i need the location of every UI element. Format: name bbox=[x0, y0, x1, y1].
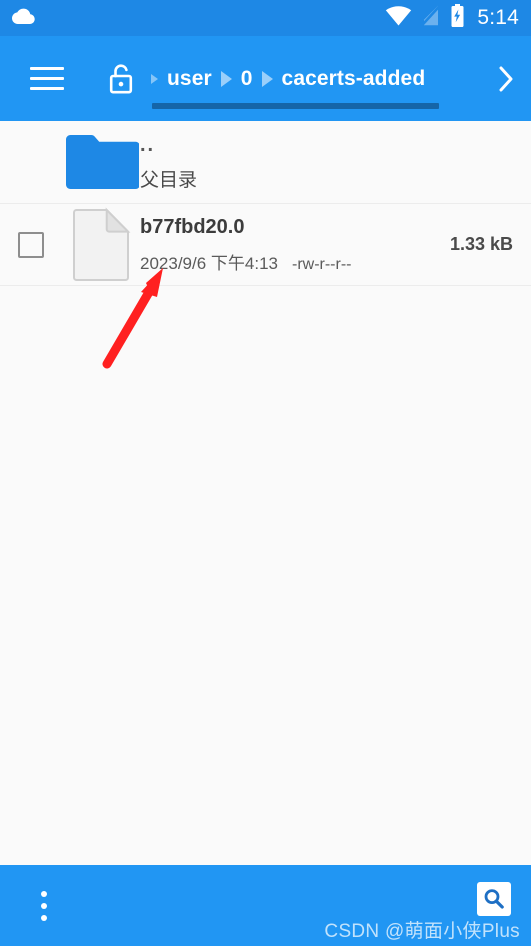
breadcrumb-item-0[interactable]: 0 bbox=[233, 67, 261, 91]
status-bar-clock: 5:14 bbox=[477, 6, 519, 29]
breadcrumb-separator-icon bbox=[220, 70, 232, 87]
signal-off-icon bbox=[421, 5, 441, 31]
unlocked-padlock-icon[interactable] bbox=[98, 54, 144, 104]
wifi-icon bbox=[385, 5, 412, 31]
file-size: 1.33 kB bbox=[449, 234, 513, 254]
breadcrumb-item-user[interactable]: user bbox=[159, 67, 220, 91]
search-icon[interactable] bbox=[477, 882, 511, 916]
status-bar-notifications bbox=[10, 7, 36, 30]
file-list: .. 父目录 b77fbd20.0 2023/9/6 下午4:13 -rw-r-… bbox=[0, 121, 531, 865]
hamburger-bar bbox=[30, 67, 64, 70]
breadcrumb-item-cacerts-added[interactable]: cacerts-added bbox=[274, 67, 434, 91]
cloud-icon bbox=[10, 7, 36, 30]
bottom-toolbar: CSDN @萌面小侠Plus bbox=[0, 865, 531, 946]
file-info: b77fbd20.0 2023/9/6 下午4:13 -rw-r--r-- bbox=[140, 215, 450, 274]
overflow-dot bbox=[41, 914, 47, 921]
csdn-watermark: CSDN @萌面小侠Plus bbox=[324, 921, 520, 942]
file-select-cell bbox=[0, 231, 62, 258]
parent-directory-description: 父目录 bbox=[140, 169, 198, 191]
hamburger-bar bbox=[30, 77, 64, 80]
breadcrumb-scroll-indicator[interactable] bbox=[152, 103, 439, 109]
file-meta: 2023/9/6 下午4:13 -rw-r--r-- bbox=[140, 249, 440, 274]
overflow-dot bbox=[41, 902, 47, 909]
breadcrumb-list: user 0 cacerts-added bbox=[150, 67, 433, 91]
breadcrumb-separator-icon bbox=[151, 73, 158, 84]
battery-charging-icon bbox=[450, 4, 465, 32]
list-item-parent-directory[interactable]: .. 父目录 bbox=[0, 121, 531, 204]
file-date: 2023/9/6 下午4:13 bbox=[140, 254, 278, 273]
file-permissions: -rw-r--r-- bbox=[291, 256, 352, 273]
table-row[interactable]: b77fbd20.0 2023/9/6 下午4:13 -rw-r--r-- 1.… bbox=[0, 204, 531, 286]
breadcrumb-separator-icon bbox=[261, 70, 273, 87]
parent-directory-name: .. bbox=[140, 133, 156, 156]
folder-icon bbox=[62, 131, 140, 193]
document-file-icon bbox=[62, 207, 140, 283]
app-bar: user 0 cacerts-added bbox=[0, 36, 531, 121]
status-bar-indicators: 5:14 bbox=[385, 4, 519, 32]
hamburger-menu-icon[interactable] bbox=[18, 50, 76, 108]
breadcrumb: user 0 cacerts-added bbox=[150, 36, 481, 121]
status-bar: 5:14 bbox=[0, 0, 531, 36]
overflow-dot bbox=[41, 890, 47, 897]
more-vertical-icon[interactable] bbox=[14, 876, 74, 936]
chevron-right-icon[interactable] bbox=[481, 36, 531, 121]
hamburger-bar bbox=[30, 87, 64, 90]
parent-directory-info: .. 父目录 bbox=[140, 133, 531, 192]
file-manager-app: 5:14 user 0 cacerts-added .. 父目录 b77fbd2… bbox=[0, 0, 531, 946]
file-name: b77fbd20.0 bbox=[140, 216, 245, 238]
file-checkbox[interactable] bbox=[18, 231, 44, 258]
